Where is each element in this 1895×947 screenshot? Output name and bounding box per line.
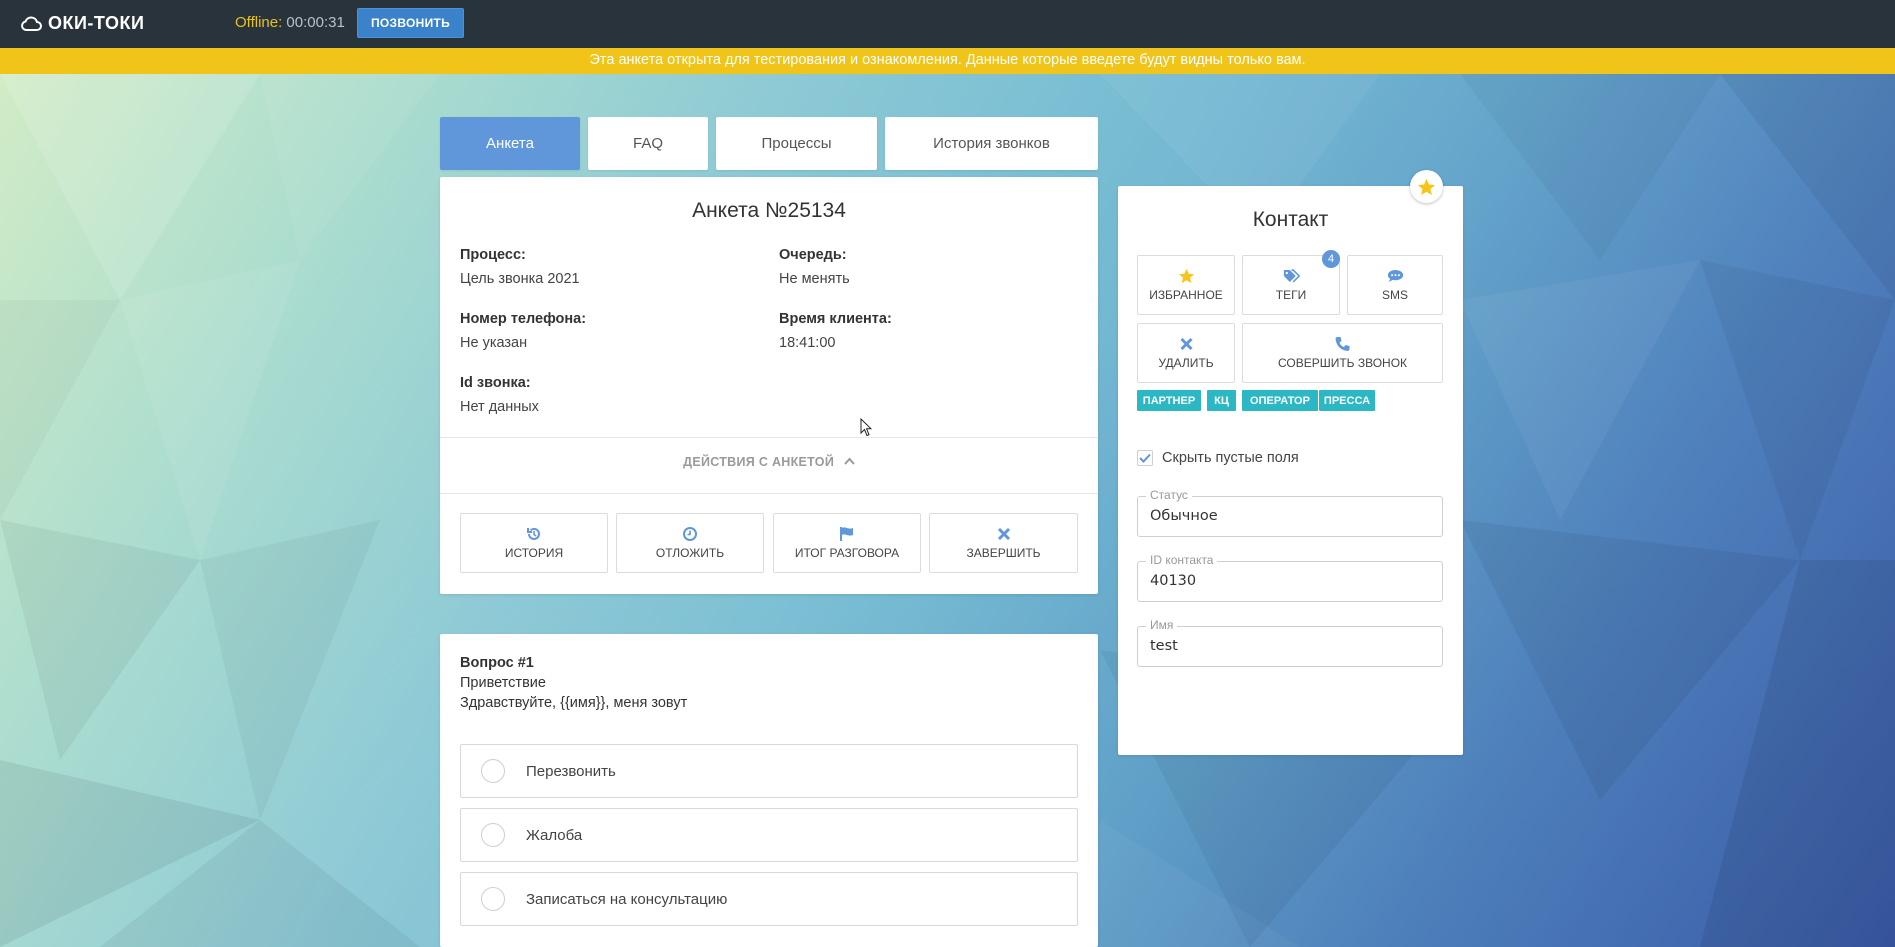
radio-button[interactable] xyxy=(481,887,505,911)
sms-button[interactable]: SMS xyxy=(1347,255,1443,315)
tags-button-label: ТЕГИ xyxy=(1275,288,1307,302)
process-value: Цель звонка 2021 xyxy=(460,271,580,287)
history-icon xyxy=(527,527,540,540)
check-icon xyxy=(1139,453,1151,463)
clock-icon xyxy=(683,527,697,541)
make-call-button-label: СОВЕРШИТЬ ЗВОНОК xyxy=(1277,356,1408,370)
star-icon xyxy=(1417,178,1436,195)
tab-processes[interactable]: Процессы xyxy=(716,117,877,170)
radio-button[interactable] xyxy=(481,759,505,783)
contact-title: Контакт xyxy=(1252,208,1329,231)
queue-label: Очередь: xyxy=(779,247,847,263)
top-bar: ОКИ-ТОКИ Offline: 00:00:31 ПОЗВОНИТЬ xyxy=(0,0,1895,48)
queue-value: Не менять xyxy=(779,271,850,287)
status-field[interactable]: Статус Обычное xyxy=(1137,488,1443,537)
tag-badge[interactable]: ПАРТНЕР xyxy=(1137,390,1201,411)
tags-icon xyxy=(1283,269,1300,283)
close-icon xyxy=(1179,337,1193,351)
divider xyxy=(440,493,1098,494)
form-actions-toggle[interactable]: ДЕЙСТВИЯ С АНКЕТОЙ xyxy=(440,455,1098,469)
make-call-button[interactable]: СОВЕРШИТЬ ЗВОНОК xyxy=(1242,323,1443,383)
divider xyxy=(440,437,1098,438)
answer-option-label: Записаться на консультацию xyxy=(526,890,728,908)
delete-button-label: УДАЛИТЬ xyxy=(1158,356,1214,370)
tag-badge[interactable]: ОПЕРАТОР xyxy=(1242,390,1318,411)
tab-faq[interactable]: FAQ xyxy=(588,117,708,170)
chat-icon xyxy=(1387,270,1403,282)
process-label: Процесс: xyxy=(460,247,526,263)
form-title: Анкета №25134 xyxy=(692,199,846,222)
close-icon xyxy=(997,527,1010,541)
answer-option[interactable]: Жалоба xyxy=(460,808,1078,862)
question-title: Вопрос #1 xyxy=(460,655,534,671)
delete-contact-button[interactable]: УДАЛИТЬ xyxy=(1137,323,1235,383)
form-card: Анкета №25134 Процесс: Цель звонка 2021 … xyxy=(440,177,1098,594)
contact-id-value: 40130 xyxy=(1150,573,1197,589)
answer-option-label: Перезвонить xyxy=(526,762,616,780)
tab-call-history[interactable]: История звонков xyxy=(885,117,1098,170)
connection-status: Offline: 00:00:31 xyxy=(235,14,345,31)
postpone-button[interactable]: ОТЛОЖИТЬ xyxy=(616,513,764,573)
status-timer: 00:00:31 xyxy=(286,14,345,31)
question-subtitle: Приветствие xyxy=(460,675,546,691)
finish-button-label: ЗАВЕРШИТЬ xyxy=(966,546,1041,560)
radio-button[interactable] xyxy=(481,823,505,847)
tag-badge[interactable]: КЦ xyxy=(1207,390,1236,411)
status-field-label: Статус xyxy=(1146,488,1192,502)
status-label: Offline: xyxy=(235,14,283,31)
phone-label: Номер телефона: xyxy=(460,311,587,327)
name-field[interactable]: Имя test xyxy=(1137,618,1443,667)
hide-empty-checkbox[interactable] xyxy=(1137,450,1153,466)
finish-button[interactable]: ЗАВЕРШИТЬ xyxy=(929,513,1078,573)
answer-option[interactable]: Записаться на консультацию xyxy=(460,872,1078,926)
logo-text: ОКИ-ТОКИ xyxy=(48,13,145,33)
hide-empty-label: Скрыть пустые поля xyxy=(1162,450,1299,466)
favorite-button-label: ИЗБРАННОЕ xyxy=(1149,288,1223,302)
postpone-button-label: ОТЛОЖИТЬ xyxy=(655,546,725,560)
call-button[interactable]: ПОЗВОНИТЬ xyxy=(357,8,464,38)
hide-empty-fields-toggle[interactable]: Скрыть пустые поля xyxy=(1137,450,1299,466)
phone-icon xyxy=(1335,337,1350,351)
name-field-value: test xyxy=(1150,638,1178,654)
call-id-label: Id звонка: xyxy=(460,375,531,391)
call-result-button-label: ИТОГ РАЗГОВОРА xyxy=(794,546,900,560)
favorite-button[interactable]: ИЗБРАННОЕ xyxy=(1137,255,1235,315)
sms-button-label: SMS xyxy=(1381,288,1408,302)
history-button[interactable]: ИСТОРИЯ xyxy=(460,513,608,573)
client-time-value: 18:41:00 xyxy=(779,335,836,351)
answer-option-label: Жалоба xyxy=(526,826,583,844)
tag-badge[interactable]: ПРЕССА xyxy=(1319,390,1375,411)
mouse-cursor-icon xyxy=(860,418,872,437)
chevron-up-icon xyxy=(844,457,855,465)
form-actions-toggle-label: ДЕЙСТВИЯ С АНКЕТОЙ xyxy=(683,455,835,469)
tags-count-badge: 4 xyxy=(1322,250,1340,268)
favorite-badge[interactable] xyxy=(1410,170,1443,203)
client-time-label: Время клиента: xyxy=(779,311,892,327)
flag-icon xyxy=(840,527,853,541)
answer-option[interactable]: Перезвонить xyxy=(460,744,1078,798)
call-id-value: Нет данных xyxy=(460,399,539,415)
test-mode-notice: Эта анкета открыта для тестирования и оз… xyxy=(0,48,1895,74)
call-result-button[interactable]: ИТОГ РАЗГОВОРА xyxy=(773,513,921,573)
question-text: Здравствуйте, {{имя}}, меня зовут xyxy=(460,695,688,711)
name-field-label: Имя xyxy=(1146,618,1178,632)
logo[interactable]: ОКИ-ТОКИ xyxy=(20,13,144,34)
phone-value: Не указан xyxy=(460,335,528,351)
history-button-label: ИСТОРИЯ xyxy=(504,546,564,560)
cloud-icon xyxy=(21,15,42,31)
contact-id-label: ID контакта xyxy=(1146,553,1218,567)
question-card: Вопрос #1 Приветствие Здравствуйте, {{им… xyxy=(440,634,1098,947)
tags-button[interactable]: ТЕГИ 4 xyxy=(1242,250,1340,315)
contact-id-field[interactable]: ID контакта 40130 xyxy=(1137,553,1443,602)
status-field-value: Обычное xyxy=(1150,508,1218,524)
star-icon xyxy=(1178,268,1194,284)
tab-form[interactable]: Анкета xyxy=(440,117,580,170)
